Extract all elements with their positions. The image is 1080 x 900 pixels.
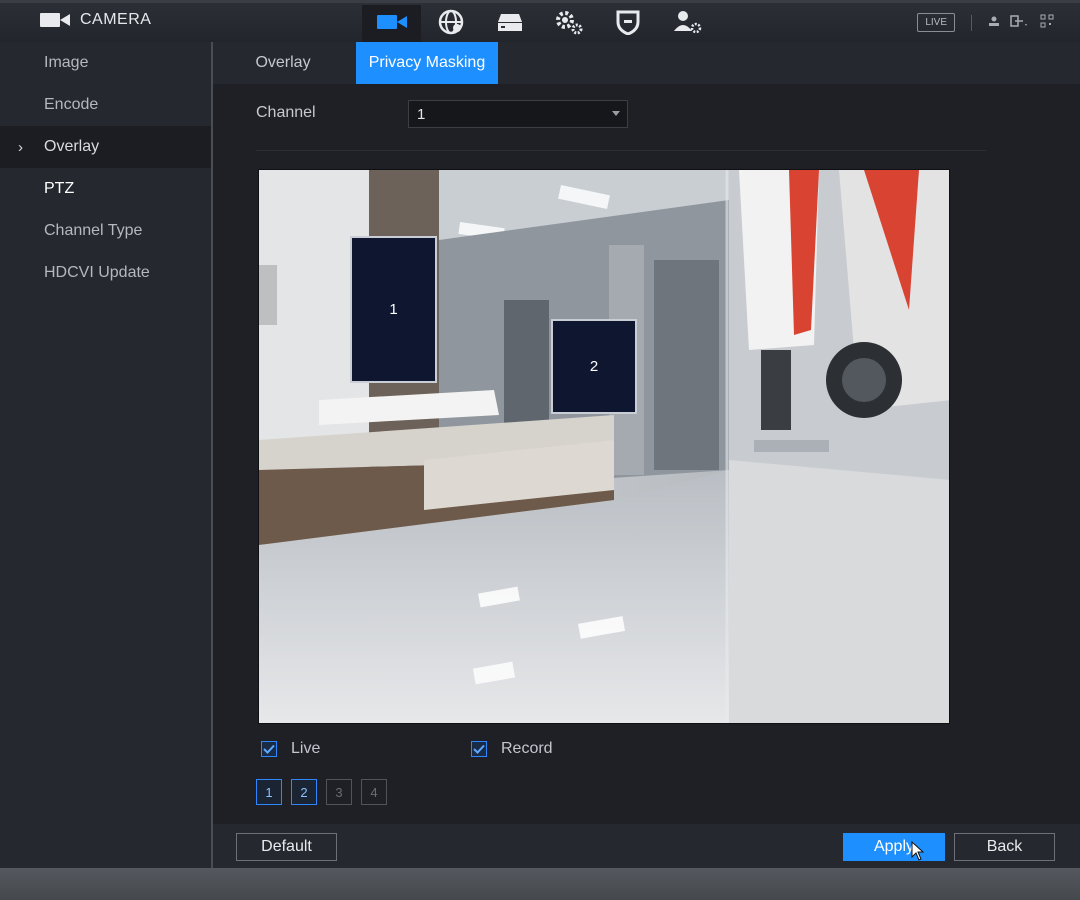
security-menu-button[interactable] <box>598 5 657 43</box>
apply-button[interactable]: Apply <box>843 833 945 861</box>
user-icon[interactable] <box>988 15 1000 30</box>
live-label: Live <box>291 740 321 757</box>
back-button[interactable]: Back <box>954 833 1055 861</box>
storage-menu-button[interactable] <box>480 5 539 43</box>
camera-icon <box>376 13 407 36</box>
camera-menu-button[interactable] <box>362 5 421 43</box>
security-shield-icon <box>616 9 640 40</box>
sidebar-item-label: Image <box>44 54 89 71</box>
live-view-button[interactable]: LIVE <box>917 13 955 32</box>
record-option[interactable]: Record <box>471 740 553 758</box>
main-panel: Overlay Privacy Masking Channel 1 1 2 Li… <box>213 42 1080 868</box>
tab-privacy-masking[interactable]: Privacy Masking <box>356 42 498 84</box>
zone-button-2[interactable]: 2 <box>291 779 317 805</box>
checkmark-icon <box>473 744 485 754</box>
sidebar-item-hdcvi-update[interactable]: HDCVI Update <box>0 252 211 294</box>
record-checkbox[interactable] <box>471 741 487 757</box>
account-menu-button[interactable] <box>657 5 716 43</box>
channel-label: Channel <box>256 104 316 121</box>
system-settings-icon <box>554 9 584 40</box>
sidebar-item-encode[interactable]: Encode <box>0 84 211 126</box>
privacy-mask-region[interactable]: 2 <box>551 319 637 414</box>
top-right-tools: LIVE <box>917 13 1054 32</box>
sidebar-item-label: Overlay <box>44 138 100 155</box>
mouse-cursor-icon <box>911 840 925 866</box>
bottom-action-bar: Default Apply Back <box>213 824 1080 868</box>
live-checkbox[interactable] <box>261 741 277 757</box>
top-bar: CAMERA LIVE <box>0 0 1080 43</box>
sidebar-item-label: PTZ <box>44 180 75 197</box>
network-menu-button[interactable] <box>421 5 480 43</box>
sidebar-item-label: HDCVI Update <box>44 264 150 281</box>
default-button[interactable]: Default <box>236 833 337 861</box>
video-preview[interactable]: 1 2 <box>258 169 950 724</box>
channel-select[interactable]: 1 <box>408 100 628 128</box>
system-menu-button[interactable] <box>539 5 598 43</box>
chevron-down-icon <box>612 111 620 116</box>
mask-label: 2 <box>589 358 599 375</box>
sidebar-item-overlay[interactable]: › Overlay <box>0 126 211 168</box>
sidebar-item-image[interactable]: Image <box>0 42 211 84</box>
tab-overlay[interactable]: Overlay <box>233 42 333 84</box>
brand: CAMERA <box>40 11 151 29</box>
checkmark-icon <box>263 744 275 754</box>
zone-button-4[interactable]: 4 <box>361 779 387 805</box>
mask-label: 1 <box>389 301 398 318</box>
app-title: CAMERA <box>80 11 152 28</box>
network-icon <box>438 9 464 40</box>
channel-value: 1 <box>417 105 426 123</box>
main-menu-icons <box>362 5 716 43</box>
sidebar-item-ptz[interactable]: PTZ <box>0 168 211 210</box>
camera-icon <box>40 12 70 28</box>
zone-button-1[interactable]: 1 <box>256 779 282 805</box>
footer-strip <box>0 868 1080 900</box>
account-icon <box>672 9 702 40</box>
sidebar-item-channel-type[interactable]: Channel Type <box>0 210 211 252</box>
privacy-mask-region[interactable]: 1 <box>350 236 437 383</box>
storage-icon <box>497 12 523 37</box>
zone-button-3[interactable]: 3 <box>326 779 352 805</box>
divider <box>256 150 986 151</box>
sidebar: Image Encode › Overlay PTZ Channel Type … <box>0 42 211 868</box>
record-label: Record <box>501 740 553 757</box>
sidebar-item-label: Encode <box>44 96 99 113</box>
live-option[interactable]: Live <box>261 740 320 758</box>
qr-code-icon[interactable] <box>1040 14 1054 31</box>
chevron-right-icon: › <box>18 138 23 156</box>
divider <box>971 14 972 31</box>
logout-icon[interactable] <box>1010 15 1030 30</box>
sidebar-item-label: Channel Type <box>44 222 143 239</box>
tab-bar: Overlay Privacy Masking <box>213 42 1080 84</box>
